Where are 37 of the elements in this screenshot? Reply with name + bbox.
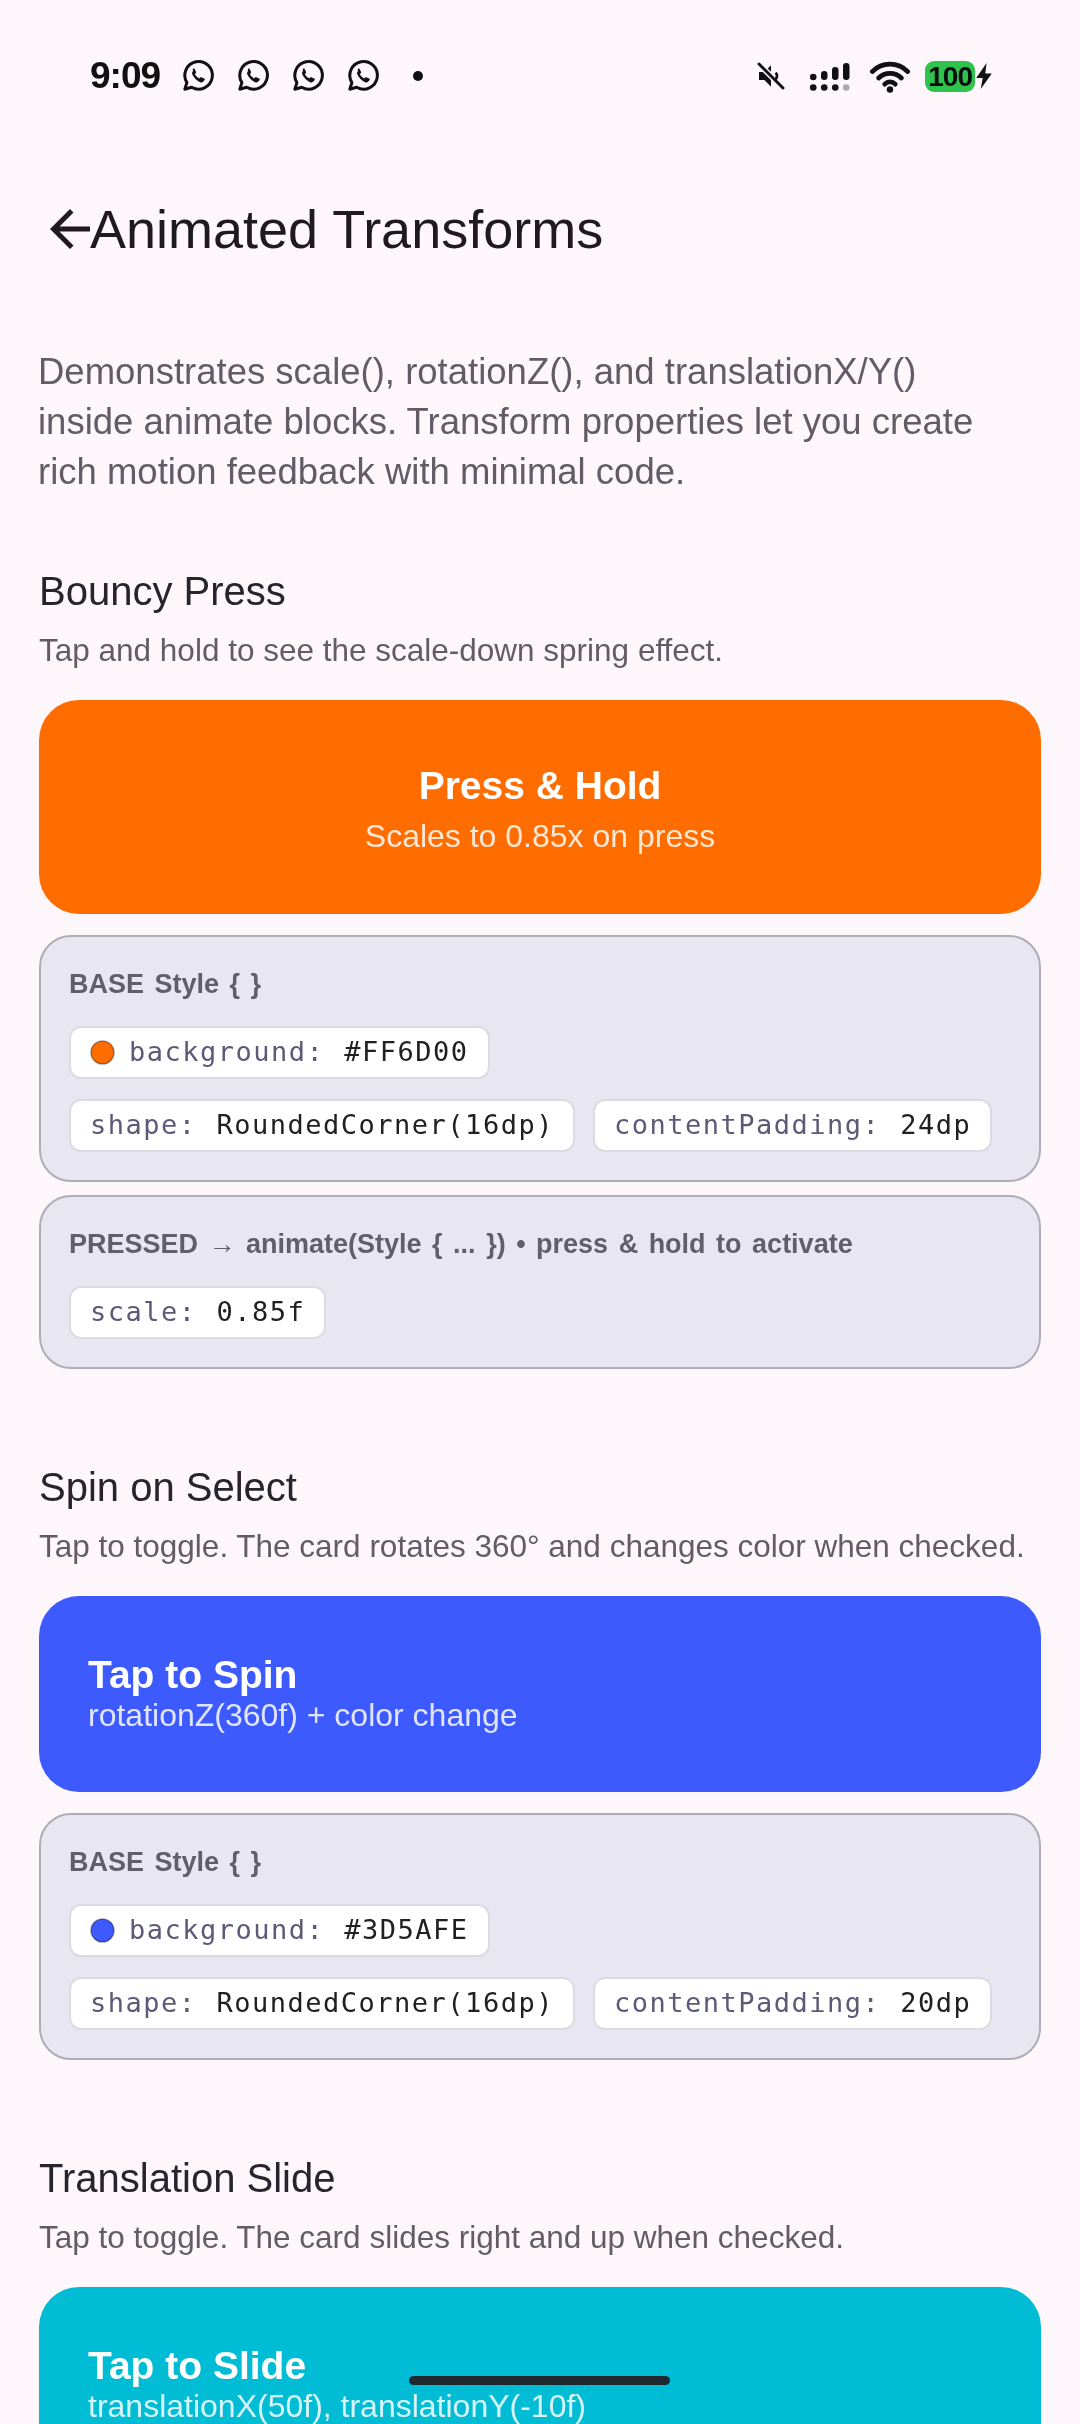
section-description: Tap to toggle. The card rotates 360° and changes color when checked.: [39, 1527, 1026, 1566]
phone-bubble-icon: [345, 58, 382, 94]
section-title: Translation Slide: [39, 2155, 337, 2202]
property-value: RoundedCorner(16dp): [216, 1108, 554, 1143]
phone-bubble-icon: [180, 58, 217, 94]
phone-bubble-icon: [290, 58, 327, 94]
section-title: Bouncy Press: [39, 568, 287, 615]
property-value: #FF6D00: [344, 1035, 469, 1070]
screen-title: Animated Transforms: [90, 198, 604, 260]
section-description: Tap to toggle. The card slides right and up when checked.: [39, 2218, 845, 2257]
property-value: 20dp: [900, 1986, 972, 2021]
panel-heading: PRESSED → animate(Style { ... }) • press & hold to activate: [69, 1228, 854, 1261]
action-card[interactable]: Tap to Slide translationX(50f), translationY(-10f): [39, 2287, 1041, 2424]
intro-text: Demonstrates scale(), rotationZ(), and translationX/Y() inside animate blocks. Transform properties let you create rich motion feedback with minimal code.: [38, 350, 975, 494]
clock-time: 9:09: [90, 54, 161, 99]
panel-heading: BASE Style { }: [69, 968, 263, 1001]
notification-dot-icon: [413, 71, 424, 81]
property-name: background:: [129, 1035, 325, 1070]
property-name: contentPadding:: [613, 1986, 881, 2021]
property-value: #3D5AFE: [344, 1913, 469, 1948]
phone-bubble-icon: [235, 58, 272, 94]
battery-level: 100: [925, 60, 975, 92]
property-name: background:: [129, 1913, 325, 1948]
property-name: shape:: [90, 1986, 197, 2021]
property-name: contentPadding:: [613, 1108, 881, 1143]
wifi-icon: [869, 59, 912, 93]
action-card[interactable]: Press & Hold Scales to 0.85x on press: [39, 700, 1041, 914]
panel-heading: BASE Style { }: [69, 1846, 263, 1879]
section-description: Tap and hold to see the scale-down spring effect.: [39, 631, 725, 670]
action-card[interactable]: Tap to Spin rotationZ(360f) + color change: [39, 1596, 1041, 1792]
property-name: scale:: [90, 1295, 197, 1330]
back-arrow-icon[interactable]: [50, 209, 90, 249]
property-value: RoundedCorner(16dp): [216, 1986, 554, 2021]
property-name: shape:: [90, 1108, 197, 1143]
property-value: 0.85f: [216, 1295, 306, 1330]
property-value: 24dp: [900, 1108, 972, 1143]
section-title: Spin on Select: [39, 1464, 298, 1511]
